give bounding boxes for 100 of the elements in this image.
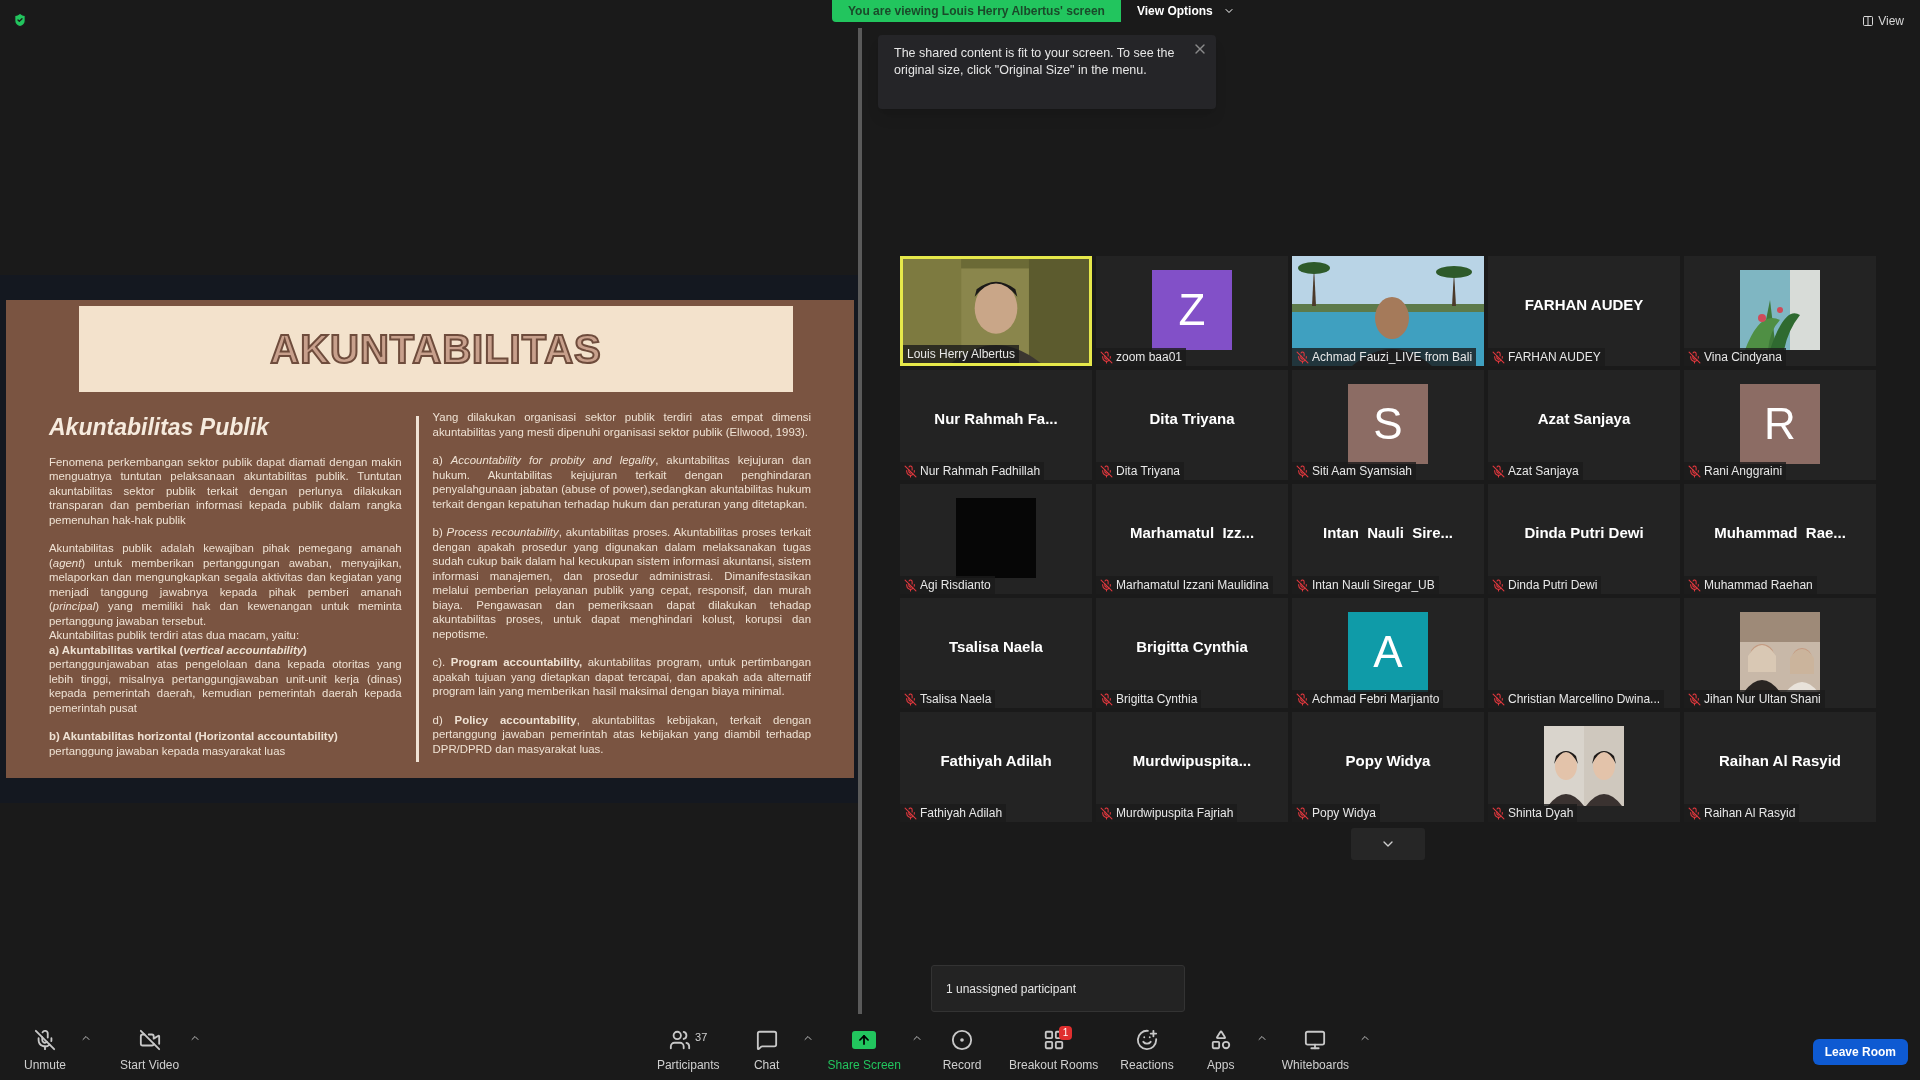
participant-tile[interactable]: FARHAN AUDEY FARHAN AUDEY bbox=[1488, 256, 1680, 366]
slide-heading: Akuntabilitas Publik bbox=[49, 413, 271, 442]
toolbar-button[interactable]: Chat bbox=[733, 1020, 800, 1078]
slide-paragraph: pertanggung jawaban kepada masyarakat luas bbox=[49, 743, 287, 758]
participant-tile[interactable]: Brigitta Cynthia Brigitta Cynthia bbox=[1096, 598, 1288, 708]
slide-paragraph: pertanggunjawaban atas pengelolaan dana kepada otoritas yang lebih tinggi, misalnya pertanggungjawaban unit-unit kerja (dinas) kepada pemerintah daerah, kemudian pemerintah daerah kepada pemerintah pusat bbox=[49, 657, 402, 715]
participant-name: Dinda Putri Dewi bbox=[1508, 577, 1598, 594]
toolbar-button[interactable]: Whiteboards bbox=[1273, 1020, 1358, 1078]
slide-subheading: b) Akuntabilitas horizontal (Horizontal accountability) bbox=[49, 729, 339, 744]
unassigned-tooltip: 1 unassigned participant bbox=[931, 965, 1185, 1012]
display-name: Dinda Putri Dewi bbox=[1524, 522, 1644, 543]
share-screen-icon bbox=[852, 1031, 877, 1049]
display-name: Fathiyah Adilah bbox=[940, 750, 1052, 771]
participant-name: Popy Widya bbox=[1312, 805, 1377, 822]
apps-icon bbox=[1209, 1029, 1232, 1051]
avatar-letter: S bbox=[1348, 384, 1428, 464]
participant-tile[interactable]: Louis Herry Albertus bbox=[900, 256, 1092, 366]
participant-tile[interactable]: A Achmad Febri Marjianto bbox=[1292, 598, 1484, 708]
toolbar-button[interactable]: Apps bbox=[1187, 1020, 1254, 1078]
notice-text: The shared content is fit to your screen. To see the original size, click "Original Size" in the menu. bbox=[894, 45, 1176, 79]
view-button[interactable]: View bbox=[1862, 12, 1904, 30]
slide-paragraph: Akuntabilitas publik adalah kewajiban pihak pemegang amanah (agent) untuk memberikan pertanggungan awaban, menyajikan, melaporkan dan mengungkapkan segala aktivitas dan kegiatan yang menjadi tanggung jawabnya kepada pihak pemberi amanah (principal) yang memiliki hak dan kewenangan untuk meminta pertanggung jawaban tersebut. bbox=[49, 541, 402, 628]
participant-name: Raihan Al Rasyid bbox=[1704, 805, 1796, 822]
toolbar-button[interactable]: Reactions bbox=[1112, 1020, 1182, 1078]
participant-name: Intan Nauli Siregar_UB bbox=[1312, 577, 1435, 594]
participant-name: Nur Rahmah Fadhillah bbox=[920, 463, 1041, 480]
participant-name: Siti Aam Syamsiah bbox=[1312, 463, 1413, 480]
display-name: Tsalisa Naela bbox=[949, 636, 1043, 657]
toolbar-button[interactable]: Record bbox=[929, 1020, 995, 1078]
participant-tile[interactable]: Murdwipuspita... Murdwipuspita Fajriah bbox=[1096, 712, 1288, 822]
splitter-handle[interactable] bbox=[858, 28, 862, 1014]
participant-name: zoom baa01 bbox=[1116, 349, 1183, 366]
participant-tile[interactable]: Christian Marcellino Dwina... bbox=[1488, 598, 1680, 708]
display-name: Marhamatul Izz... bbox=[1129, 522, 1255, 543]
participant-tile[interactable]: Dita Triyana Dita Triyana bbox=[1096, 370, 1288, 480]
participant-name: Dita Triyana bbox=[1116, 463, 1181, 480]
slide-subheading: a) Akuntabilitas vartikal (vertical accountability) bbox=[49, 642, 308, 657]
smiley-icon bbox=[1136, 1029, 1159, 1051]
avatar-letter: A bbox=[1348, 612, 1428, 692]
participant-name: Azat Sanjaya bbox=[1508, 463, 1579, 480]
participant-name: Fathiyah Adilah bbox=[920, 805, 1003, 822]
participant-tile[interactable]: Nur Rahmah Fa... Nur Rahmah Fadhillah bbox=[900, 370, 1092, 480]
leave-room-button[interactable]: Leave Room bbox=[1812, 1039, 1908, 1065]
participant-name: Murdwipuspita Fajriah bbox=[1116, 805, 1234, 822]
toolbar-button[interactable]: Unmute bbox=[12, 1020, 78, 1078]
slide-paragraph: Yang dilakukan organisasi sektor publik terdiri atas empat dimensi akuntabilitas yang mesti dipenuhi organisasi sektor publik (Ellwood, 1993). bbox=[432, 410, 811, 439]
participant-tile[interactable]: Shinta Dyah bbox=[1488, 712, 1680, 822]
participant-tile[interactable]: S Siti Aam Syamsiah bbox=[1292, 370, 1484, 480]
participant-tile[interactable]: Agi Risdianto bbox=[900, 484, 1092, 594]
participant-name: Tsalisa Naela bbox=[920, 691, 992, 708]
sharing-banner: You are viewing Louis Herry Albertus' screen bbox=[832, 0, 1121, 22]
participant-tile[interactable]: Jihan Nur Ultan Shani bbox=[1684, 598, 1876, 708]
display-name: FARHAN AUDEY bbox=[1524, 294, 1644, 315]
participant-count: 37 bbox=[695, 1029, 708, 1045]
participant-tile[interactable]: Muhammad Rae... Muhammad Raehan bbox=[1684, 484, 1876, 594]
video-off-icon bbox=[137, 1029, 162, 1051]
participant-tile[interactable]: Dinda Putri Dewi Dinda Putri Dewi bbox=[1488, 484, 1680, 594]
people-icon bbox=[669, 1029, 692, 1051]
display-name: Azat Sanjaya bbox=[1537, 408, 1631, 429]
toolbar-button[interactable]: Start Video bbox=[112, 1020, 188, 1078]
avatar-letter: R bbox=[1740, 384, 1820, 464]
toolbar-button[interactable]: Share Screen bbox=[819, 1020, 909, 1078]
participant-tile[interactable]: Tsalisa Naela Tsalisa Naela bbox=[900, 598, 1092, 708]
toolbar-button[interactable]: 1 Breakout Rooms bbox=[1001, 1020, 1107, 1078]
slide-paragraph: Fenomena perkembangan sektor publik dapat diamati dengan makin menguatnya tuntutan pelaksanaan akuntabilitas publik. Tuntutan akuntabilitas sektor publik terkait dengan perlunya dilakukan transparan dan pemberian informasi kepada publik dalam rangka pemenuhan hak-hak publik bbox=[49, 454, 402, 527]
record-icon bbox=[951, 1029, 973, 1051]
participant-tile[interactable]: Z zoom baa01 bbox=[1096, 256, 1288, 366]
participant-tile[interactable]: Popy Widya Popy Widya bbox=[1292, 712, 1484, 822]
participant-name: Achmad Fauzi_LIVE from Bali bbox=[1312, 349, 1473, 366]
muted-mic-icon bbox=[34, 1029, 56, 1051]
participant-tile[interactable]: Fathiyah Adilah Fathiyah Adilah bbox=[900, 712, 1092, 822]
display-name: Raihan Al Rasyid bbox=[1719, 750, 1841, 771]
participant-name: Agi Risdianto bbox=[920, 577, 991, 594]
participant-name: Marhamatul Izzani Maulidina bbox=[1116, 577, 1269, 594]
participant-name: FARHAN AUDEY bbox=[1508, 349, 1601, 366]
participant-name: Jihan Nur Ultan Shani bbox=[1704, 691, 1821, 708]
participant-name: Louis Herry Albertus bbox=[907, 346, 1016, 363]
participant-name: Rani Anggraini bbox=[1704, 463, 1783, 480]
participant-tile[interactable]: R Rani Anggraini bbox=[1684, 370, 1876, 480]
display-name: Popy Widya bbox=[1345, 750, 1431, 771]
display-name: Dita Triyana bbox=[1149, 408, 1235, 429]
slide-paragraph: b) Process recountability, akuntabilitas proses. Akuntabilitas proses terkait dengan apakah prosedur yang digunakan dalam melaksanakan tugas sudah cukup baik dalam hal kecukupan sistem informasi akuntansi, sistem informasi manajemen, dan prosedur administrasi. Dimanifestasikan melalui pemberian pelayanan publik yang cepat, responsif, dan murah biaya. Pengawasan dan pemeriksaan dapat dilakukan tehadap akuntabilitas proses, untuk dapat menghindari kolust, korupsi dan nepotisme. bbox=[432, 525, 811, 641]
grid-icon bbox=[1042, 1029, 1065, 1051]
slide-paragraph: d) Policy accountability, akuntabilitas kebijakan, terkait dengan pertanggung jawaban pemerintah atas kebijakan yang diambil terhadap DPR/DPRD dan masyarakat luas. bbox=[432, 712, 811, 756]
participant-tile[interactable]: Intan Nauli Sire... Intan Nauli Siregar_UB bbox=[1292, 484, 1484, 594]
participant-name: Vina Cindyana bbox=[1704, 349, 1782, 366]
participant-tile[interactable]: Azat Sanjaya Azat Sanjaya bbox=[1488, 370, 1680, 480]
participant-tile[interactable]: Marhamatul Izz... Marhamatul Izzani Maulidina bbox=[1096, 484, 1288, 594]
slide-paragraph: Akuntabilitas publik terdiri atas dua macam, yaitu: bbox=[49, 628, 301, 643]
participant-tile[interactable]: Raihan Al Rasyid Raihan Al Rasyid bbox=[1684, 712, 1876, 822]
participant-tile[interactable]: Vina Cindyana bbox=[1684, 256, 1876, 366]
slide-paragraph: a) Accountability for probity and legality, akuntabilitas kejujuran dan hukum. Akuntabilitas kejujuran terkait dengan penghindaran penyalahgunaan jabatan (abuse of power),sedangkan akuntabilitas hukum terkait dengan kepatuhan terhadap hukum dan peraturan yang ditetapkan. bbox=[432, 453, 811, 511]
layout-icon bbox=[1862, 15, 1875, 27]
display-name: Intan Nauli Sire... bbox=[1323, 522, 1453, 543]
toolbar-button[interactable]: 37 Participants bbox=[648, 1020, 728, 1078]
display-name: Murdwipuspita... bbox=[1132, 750, 1252, 771]
participant-name: Muhammad Raehan bbox=[1704, 577, 1813, 594]
participant-tile[interactable]: Achmad Fauzi_LIVE from Bali bbox=[1292, 256, 1484, 366]
avatar-letter: Z bbox=[1152, 270, 1232, 350]
shield-icon[interactable] bbox=[12, 12, 28, 28]
